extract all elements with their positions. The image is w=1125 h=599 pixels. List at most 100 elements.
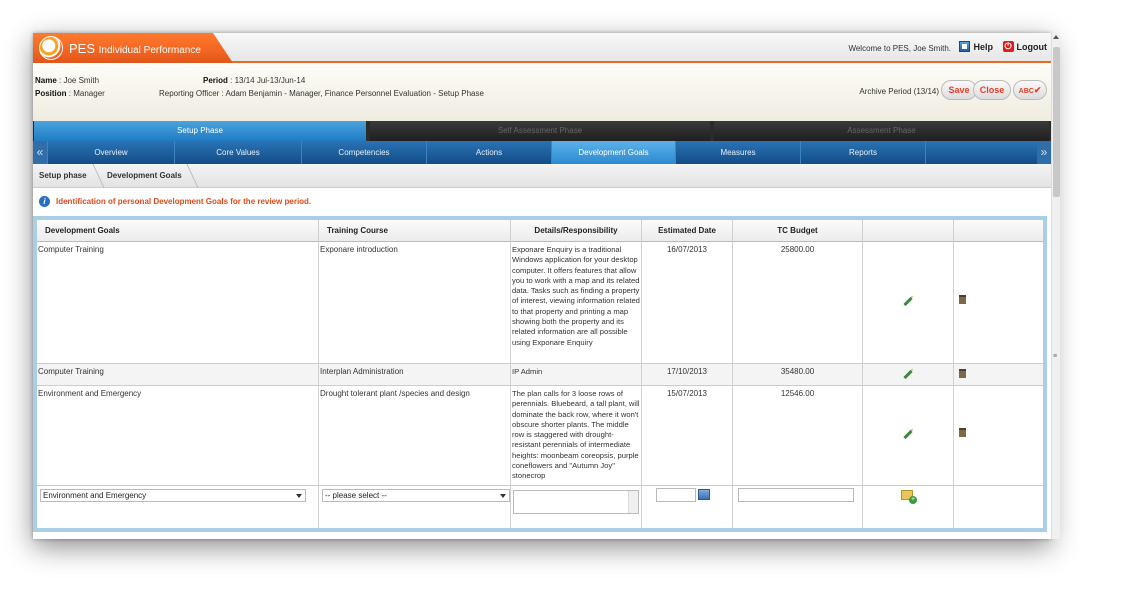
breadcrumb-separator [85,164,105,188]
header-training-course: Training Course [319,220,511,242]
table-row: Computer Training Exponare introduction … [37,242,1043,364]
goal-cell: Computer Training [37,242,319,363]
app-window: PES Individual Performance Welcome to PE… [33,33,1051,539]
close-button[interactable]: Close [973,80,1011,100]
header-development-goals: Development Goals [37,220,319,242]
goal-cell: Computer Training [37,364,319,385]
breadcrumb-separator [179,164,199,188]
tab-actions[interactable]: Actions [426,141,551,164]
table-row: Computer Training Interplan Administrati… [37,364,1043,386]
header-delete [954,220,1043,242]
date-cell: 16/07/2013 [642,242,733,363]
pes-logo-icon [39,36,63,60]
date-input-cell [642,486,733,528]
delete-trash-icon[interactable] [959,295,966,304]
budget-cell: 35480.00 [733,364,863,385]
tabs-scroll-left-icon[interactable]: « [33,141,47,164]
tab-empty [925,141,1037,164]
header-edit [863,220,954,242]
course-cell: Interplan Administration [319,364,511,385]
breadcrumb-setup-phase[interactable]: Setup phase [39,164,87,188]
spellcheck-button[interactable]: ABC✔ [1013,80,1047,100]
period-info: Period : 13/14 Jul-13/Jun-14 [203,76,305,85]
tab-competencies[interactable]: Competencies [301,141,426,164]
logout-link[interactable]: ⏻ Logout [1002,41,1047,52]
edit-pencil-icon[interactable] [903,369,913,380]
budget-cell: 25800.00 [733,242,863,363]
period-label: Period [203,76,228,85]
reporting-officer: Reporting Officer : Adam Benjamin - Mana… [159,89,484,98]
table-row: Environment and Emergency Drought tolera… [37,386,1043,486]
course-select[interactable]: -- please select -- [322,489,510,502]
delete-cell [954,364,1043,385]
goal-select[interactable]: Environment and Emergency [40,489,306,502]
edit-pencil-icon[interactable] [903,296,913,307]
tabs-scroll-right-icon[interactable]: » [1037,141,1051,164]
date-cell: 17/10/2013 [642,364,733,385]
course-cell: Drought tolerant plant /species and desi… [319,386,511,485]
details-cell: Exponare Enquiry is a traditional Window… [511,242,642,363]
delete-trash-icon[interactable] [959,369,966,378]
header-details: Details/Responsibility [511,220,642,242]
edit-cell [863,386,954,485]
course-select-cell: -- please select -- [319,486,511,528]
spellcheck-icon: ABC [1018,88,1034,95]
app-title: PES Individual Performance [69,41,201,56]
welcome-text: Welcome to PES, Joe Smith. [848,44,951,53]
app-title-suffix: Individual Performance [98,45,201,56]
textarea-scrollbar[interactable] [628,491,638,513]
power-icon: ⏻ [1002,41,1014,52]
course-select-value: -- please select -- [325,491,387,500]
goals-table: Development Goals Training Course Detail… [33,216,1047,532]
position-info: Position : Manager [35,89,105,98]
top-bar: PES Individual Performance Welcome to PE… [33,33,1051,63]
position-value: : Manager [68,89,105,98]
chevron-down-icon [296,494,302,498]
archive-period[interactable]: Archive Period (13/14) [859,87,939,96]
details-input-cell [511,486,642,528]
budget-input-cell [733,486,863,528]
position-label: Position [35,89,67,98]
scrollbar-grip-icon: ≡ [1053,353,1058,360]
add-goal-icon[interactable] [901,490,917,504]
table-header: Development Goals Training Course Detail… [37,220,1043,242]
tab-overview[interactable]: Overview [47,141,174,164]
notice-text: Identification of personal Development G… [56,197,312,206]
details-cell: The plan calls for 3 loose rows of peren… [511,386,642,485]
edit-cell [863,364,954,385]
phase-setup[interactable]: Setup Phase [34,121,366,141]
phase-bar: Setup Phase Self Assessment Phase Assess… [33,121,1051,141]
scrollbar-thumb[interactable] [1053,47,1060,197]
calendar-icon[interactable] [698,489,710,500]
tab-reports[interactable]: Reports [800,141,925,164]
help-icon [959,41,971,52]
details-cell: IP Admin [511,364,642,385]
date-input[interactable] [656,488,696,502]
empty-cell [954,486,1043,528]
phase-self-assessment[interactable]: Self Assessment Phase [370,121,710,141]
tab-development-goals[interactable]: Development Goals [551,141,675,164]
budget-cell: 12546.00 [733,386,863,485]
chevron-down-icon [500,494,506,498]
name-info: Name : Joe Smith [35,76,99,85]
edit-pencil-icon[interactable] [903,429,913,440]
phase-assessment[interactable]: Assessment Phase [714,121,1049,141]
period-value: : 13/14 Jul-13/Jun-14 [230,76,306,85]
budget-input[interactable] [738,488,854,502]
goal-cell: Environment and Emergency [37,386,319,485]
help-link[interactable]: Help [959,41,993,52]
tab-measures[interactable]: Measures [675,141,800,164]
breadcrumb-development-goals: Development Goals [107,171,182,180]
tab-core-values[interactable]: Core Values [174,141,301,164]
add-cell [863,486,954,528]
scroll-up-icon[interactable] [1053,35,1059,39]
delete-trash-icon[interactable] [959,428,966,437]
header-tc-budget: TC Budget [733,220,863,242]
delete-cell [954,386,1043,485]
save-button[interactable]: Save [941,80,977,100]
page-scrollbar[interactable]: ≡ [1051,33,1060,539]
new-goal-row: Environment and Emergency -- please sele… [37,486,1043,528]
delete-cell [954,242,1043,363]
details-textarea[interactable] [513,490,639,514]
breadcrumb: Setup phase Development Goals [33,164,1051,188]
